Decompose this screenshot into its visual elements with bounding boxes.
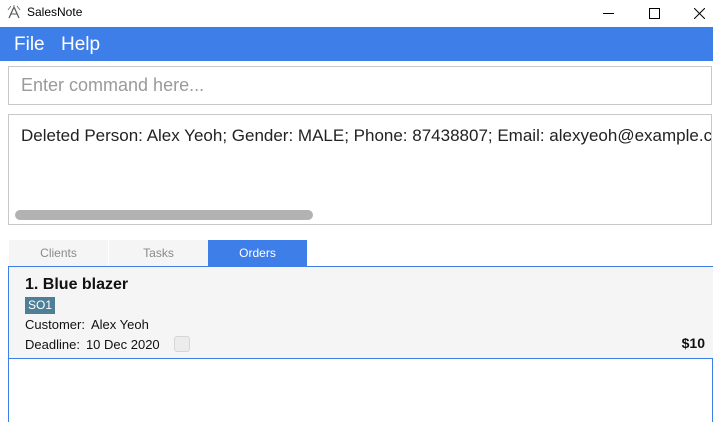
maximize-icon	[649, 8, 660, 19]
orders-list-panel: 1. Blue blazer SO1 Customer: Alex Yeoh De…	[8, 266, 713, 422]
window-title: SalesNote	[27, 5, 83, 19]
minimize-icon	[603, 13, 614, 14]
minimize-button[interactable]	[585, 0, 631, 27]
result-text: Deleted Person: Alex Yeoh; Gender: MALE;…	[21, 126, 712, 145]
order-tag: SO1	[25, 297, 56, 314]
menu-bar: File Help	[0, 27, 713, 61]
order-title: 1. Blue blazer	[25, 276, 129, 293]
close-icon	[694, 8, 705, 19]
menu-file[interactable]: File	[14, 34, 45, 56]
menu-help[interactable]: Help	[61, 34, 100, 56]
close-button[interactable]	[676, 0, 713, 27]
tab-tasks[interactable]: Tasks	[109, 240, 208, 267]
tab-orders[interactable]: Orders	[208, 240, 307, 267]
command-box	[8, 66, 712, 105]
tab-clients[interactable]: Clients	[9, 240, 108, 267]
maximize-button[interactable]	[631, 0, 677, 27]
deadline-date: 10 Dec 2020	[85, 337, 160, 352]
command-input[interactable]	[9, 67, 711, 104]
order-deadline: Deadline: 10 Dec 2020	[25, 337, 160, 352]
customer-name: Alex Yeoh	[90, 317, 149, 332]
order-card[interactable]: 1. Blue blazer SO1 Customer: Alex Yeoh De…	[9, 267, 713, 359]
horizontal-scrollbar[interactable]	[15, 210, 313, 220]
title-bar: SalesNote	[0, 0, 713, 27]
result-display: Deleted Person: Alex Yeoh; Gender: MALE;…	[8, 114, 712, 225]
customer-label: Customer:	[25, 317, 85, 332]
order-price: $10	[681, 335, 705, 351]
order-customer: Customer: Alex Yeoh	[25, 317, 149, 332]
done-checkbox[interactable]	[174, 336, 190, 352]
app-icon	[7, 5, 21, 19]
deadline-label: Deadline:	[25, 337, 80, 352]
